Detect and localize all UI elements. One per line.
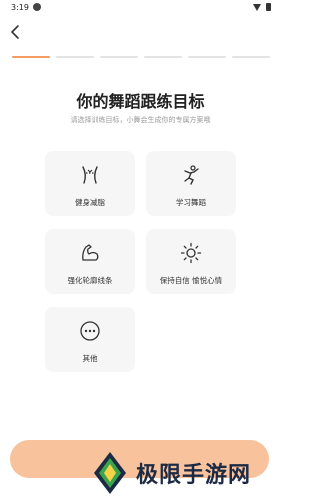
back-button[interactable]	[8, 22, 24, 42]
progress-segment	[56, 56, 94, 58]
option-fat-loss[interactable]: 健身减脂	[45, 151, 135, 216]
option-label: 强化轮廓线条	[67, 276, 113, 285]
option-body-contour[interactable]: 强化轮廓线条	[45, 229, 135, 294]
option-label: 健身减脂	[75, 198, 105, 207]
progress-segment	[144, 56, 182, 58]
status-bar: 3:19	[0, 0, 281, 16]
option-confidence[interactable]: 保持自信 愉悦心情	[146, 229, 236, 294]
progress-segment	[12, 56, 50, 58]
watermark: 极限手游网	[90, 446, 280, 500]
sun-icon	[180, 242, 202, 264]
option-label: 保持自信 愉悦心情	[159, 276, 223, 285]
watermark-text: 极限手游网	[136, 462, 252, 488]
option-other[interactable]: 其他	[45, 307, 135, 372]
status-indicators	[253, 3, 271, 11]
progress-segment	[100, 56, 138, 58]
watermark-logo-icon	[94, 452, 126, 494]
more-icon	[79, 320, 101, 342]
step-progress	[12, 56, 270, 58]
battery-icon	[266, 3, 271, 11]
option-learn-dance[interactable]: 学习舞蹈	[146, 151, 236, 216]
wifi-icon	[253, 3, 261, 11]
option-label: 其他	[82, 354, 98, 363]
muscle-icon	[79, 242, 101, 264]
progress-segment	[188, 56, 226, 58]
status-time: 3:19	[11, 3, 29, 12]
page-title: 你的舞蹈跟练目标	[76, 92, 205, 111]
dance-icon	[180, 164, 202, 186]
chevron-left-icon	[10, 25, 19, 39]
page-subtitle: 请选择训练目标，小舞会生成你的专属方案哦	[70, 116, 211, 124]
waist-icon	[79, 164, 101, 186]
notification-dot-icon	[33, 3, 41, 11]
progress-segment	[232, 56, 270, 58]
option-label: 学习舞蹈	[176, 198, 206, 207]
